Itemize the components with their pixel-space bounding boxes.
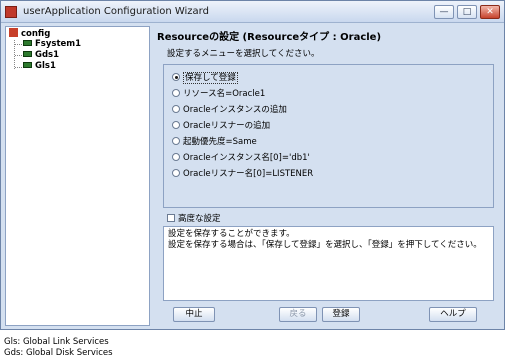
option-instance-name[interactable]: Oracleインスタンス名[0]='db1' — [172, 151, 310, 163]
window-title: userApplication Configuration Wizard — [23, 6, 209, 17]
title-bar: userApplication Configuration Wizard — □… — [1, 1, 504, 23]
tree-connector — [15, 55, 22, 56]
tree-node-label: Gls1 — [35, 61, 56, 71]
option-listener-name[interactable]: Oracleリスナー名[0]=LISTENER — [172, 167, 313, 179]
wizard-window: userApplication Configuration Wizard — □… — [0, 0, 505, 330]
maximize-button[interactable]: □ — [457, 5, 477, 19]
radio-icon — [172, 105, 180, 113]
description-line: 設定を保存する場合は、「保存して登録」を選択し、「登録」を押下してください。 — [168, 240, 482, 250]
option-label: リソース名=Oracle1 — [183, 89, 266, 99]
option-label: 保存して登録 — [183, 72, 238, 84]
footnote-gds: Gds: Global Disk Services — [4, 348, 113, 358]
resource-icon — [23, 51, 32, 57]
app-icon — [5, 6, 17, 18]
menu-options: 保存して登録 リソース名=Oracle1 Oracleインスタンスの追加 Ora… — [163, 64, 494, 208]
tree-connector — [15, 67, 22, 68]
checkbox-icon — [167, 214, 175, 222]
back-button[interactable]: 戻る — [279, 307, 317, 322]
minimize-button[interactable]: — — [434, 5, 454, 19]
settings-panel: Resourceの設定 (Resourceタイプ : Oracle) 設定するメ… — [153, 26, 501, 326]
config-folder-icon — [9, 28, 18, 37]
panel-heading: Resourceの設定 (Resourceタイプ : Oracle) — [157, 32, 382, 43]
footnote-gls: Gls: Global Link Services — [4, 337, 109, 347]
description-line: 設定を保存することができます。 — [168, 229, 295, 239]
radio-icon — [172, 169, 180, 177]
help-button[interactable]: ヘルプ — [429, 307, 477, 322]
option-label: 起動優先度=Same — [183, 137, 257, 147]
option-startup-priority[interactable]: 起動優先度=Same — [172, 135, 257, 147]
tree-node-label: Gds1 — [35, 50, 60, 60]
tree-connector — [15, 44, 22, 45]
resource-icon — [23, 62, 32, 68]
cancel-button[interactable]: 中止 — [173, 307, 215, 322]
option-label: Oracleリスナー名[0]=LISTENER — [183, 169, 314, 179]
tree-node-gls1[interactable]: Gls1 — [23, 61, 56, 73]
resource-icon — [23, 40, 32, 46]
option-label: Oracleリスナーの追加 — [183, 121, 271, 131]
option-save-register[interactable]: 保存して登録 — [172, 71, 238, 84]
radio-icon — [172, 137, 180, 145]
option-add-listener[interactable]: Oracleリスナーの追加 — [172, 119, 270, 131]
tree-node-label: config — [21, 29, 51, 39]
advanced-settings-label: 高度な設定 — [178, 214, 221, 224]
tree-node-label: Fsystem1 — [35, 39, 82, 49]
option-label: Oracleインスタンスの追加 — [183, 105, 287, 115]
option-resource-name[interactable]: リソース名=Oracle1 — [172, 87, 265, 99]
radio-icon — [172, 121, 180, 129]
radio-icon — [172, 89, 180, 97]
radio-icon — [172, 153, 180, 161]
option-label: Oracleインスタンス名[0]='db1' — [183, 153, 310, 163]
register-button[interactable]: 登録 — [322, 307, 360, 322]
radio-selected-icon — [172, 73, 180, 81]
advanced-settings-checkbox[interactable]: 高度な設定 — [167, 212, 221, 224]
panel-instruction: 設定するメニューを選択してください。 — [167, 49, 320, 59]
option-add-instance[interactable]: Oracleインスタンスの追加 — [172, 103, 287, 115]
description-box: 設定を保存することができます。 設定を保存する場合は、「保存して登録」を選択し、… — [163, 226, 494, 301]
config-tree: config Fsystem1 Gds1 Gls1 — [5, 26, 150, 326]
close-button[interactable]: ✕ — [480, 5, 500, 19]
